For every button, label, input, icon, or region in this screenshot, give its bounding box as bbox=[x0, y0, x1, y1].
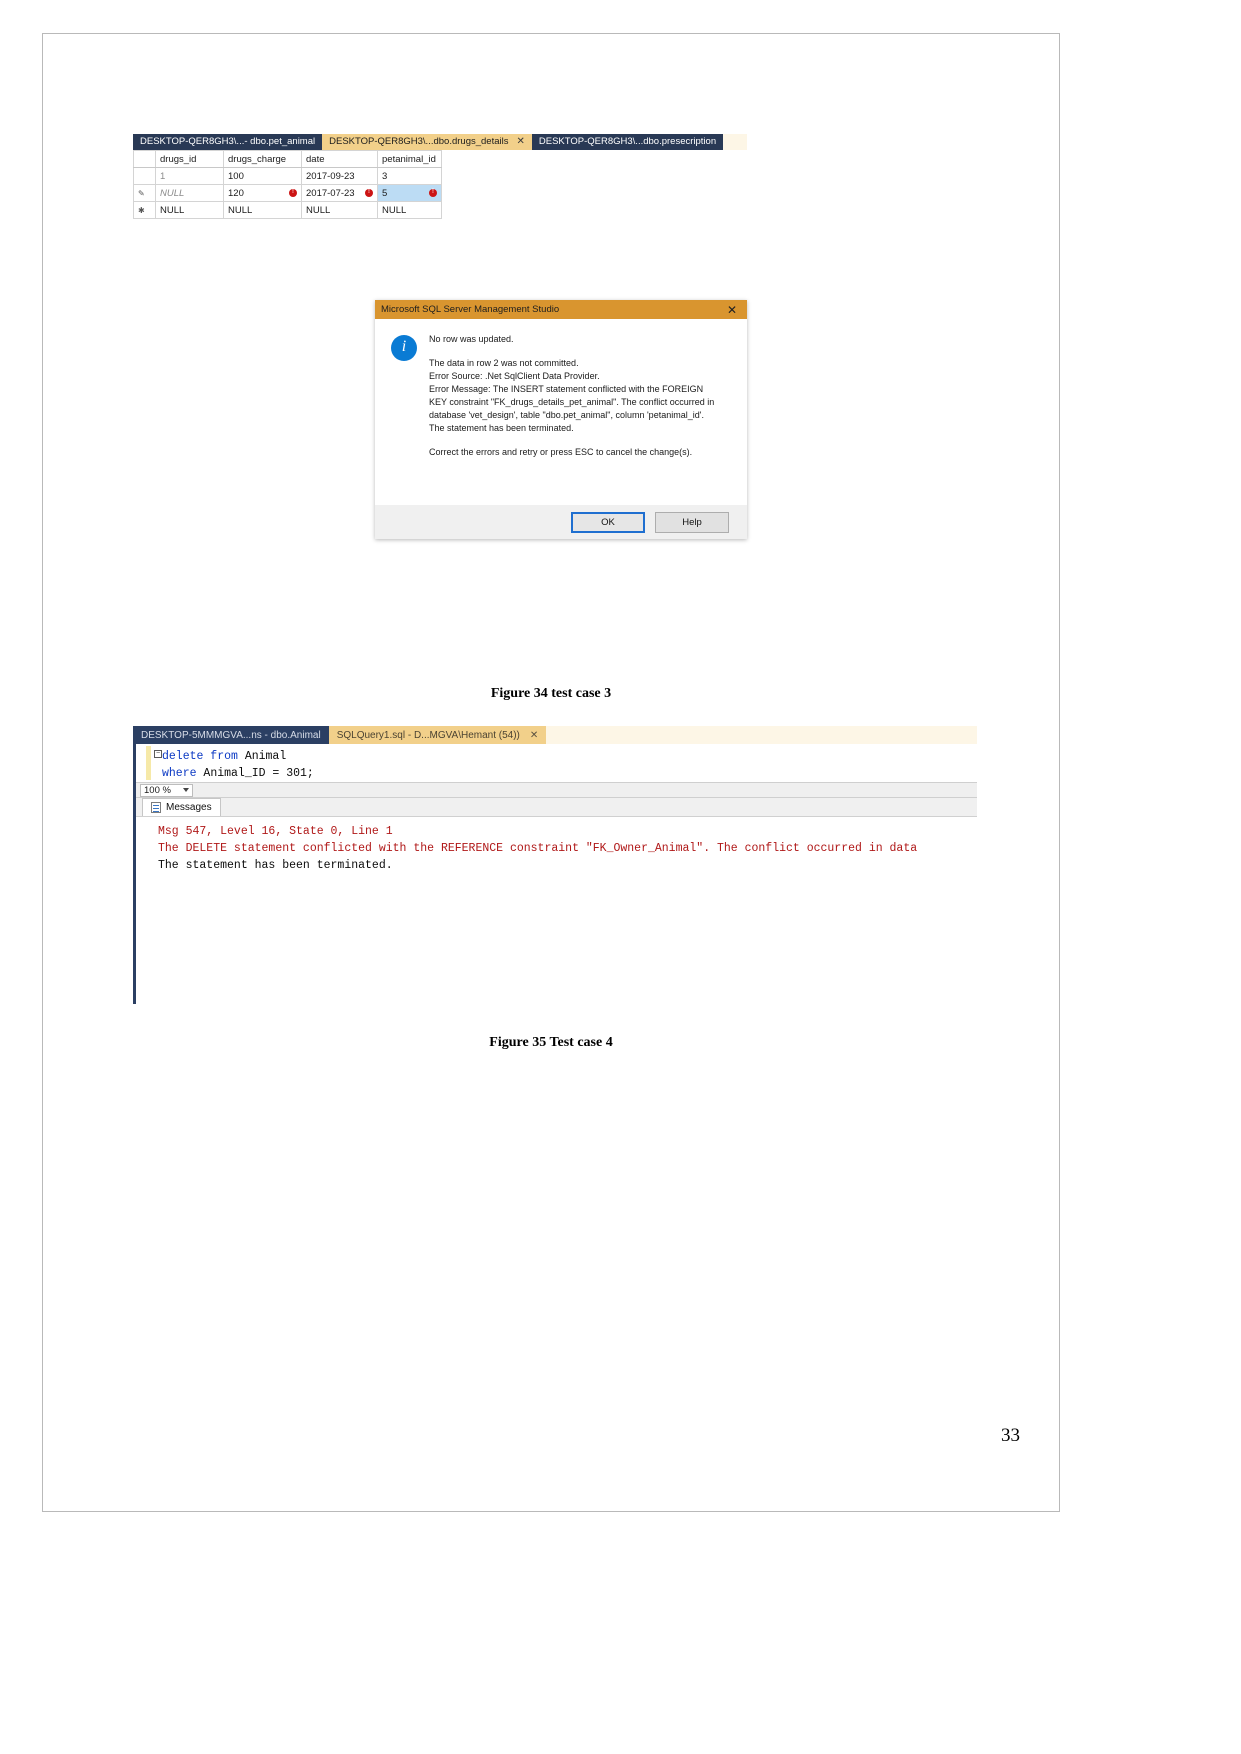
query-tab-animal[interactable]: DESKTOP-5MMMGVA...ns - dbo.Animal bbox=[136, 726, 329, 744]
tab-messages-label: Messages bbox=[166, 802, 212, 813]
query-tabstrip: DESKTOP-5MMMGVA...ns - dbo.Animal SQLQue… bbox=[136, 726, 977, 744]
cell-date[interactable]: 2017-07-23 bbox=[301, 184, 378, 202]
cell-petanimal-id[interactable]: 5 bbox=[377, 184, 442, 202]
close-icon[interactable]: ✕ bbox=[723, 304, 741, 316]
dialog-detail: The data in row 2 was not committed. Err… bbox=[429, 357, 714, 435]
close-icon[interactable]: ✕ bbox=[516, 134, 524, 150]
ok-button[interactable]: OK bbox=[571, 511, 645, 533]
message-line: Msg 547, Level 16, State 0, Line 1 bbox=[158, 825, 393, 838]
dialog-title: Microsoft SQL Server Management Studio bbox=[381, 304, 560, 315]
cell-drugs-charge[interactable]: NULL bbox=[223, 201, 302, 219]
cell-date[interactable]: 2017-09-23 bbox=[301, 167, 378, 185]
grid-tab-prescription[interactable]: DESKTOP-QER8GH3\...dbo.presecription bbox=[531, 134, 724, 150]
detail-line: The data in row 2 was not committed. bbox=[429, 358, 579, 368]
grid-tab-label: DESKTOP-QER8GH3\...- dbo.pet_animal bbox=[140, 136, 316, 147]
collapse-icon[interactable]: − bbox=[154, 750, 162, 758]
figure-34-caption: Figure 34 test case 3 bbox=[490, 686, 612, 701]
results-tabbar: Messages bbox=[136, 798, 977, 817]
column-header-drugs-id[interactable]: drugs_id bbox=[155, 150, 224, 168]
table-row[interactable]: 1 100 2017-09-23 3 bbox=[133, 167, 442, 185]
cell-drugs-charge[interactable]: 120 bbox=[223, 184, 302, 202]
cell-value: 120 bbox=[228, 187, 244, 199]
messages-icon bbox=[151, 802, 161, 813]
query-tab-sqlquery1[interactable]: SQLQuery1.sql - D...MGVA\Hemant (54)) ✕ bbox=[328, 726, 547, 744]
code-line-1: delete from Animal bbox=[136, 748, 977, 765]
code-line-2: where Animal_ID = 301; bbox=[136, 765, 977, 782]
dialog-body: No row was updated. The data in row 2 wa… bbox=[375, 319, 747, 505]
table-row[interactable]: ✱ NULL NULL NULL NULL bbox=[133, 201, 442, 219]
error-dialog: Microsoft SQL Server Management Studio ✕… bbox=[375, 300, 747, 539]
close-icon[interactable]: ✕ bbox=[530, 730, 538, 741]
row-marker[interactable] bbox=[133, 167, 156, 185]
column-header-date[interactable]: date bbox=[301, 150, 378, 168]
error-icon bbox=[365, 187, 373, 197]
sql-text: Animal_ID = 301; bbox=[196, 767, 314, 780]
query-tabstrip-filler bbox=[546, 726, 977, 744]
figure-35-caption: Figure 35 Test case 4 bbox=[489, 1035, 613, 1050]
dialog-buttons: OK Help bbox=[375, 505, 747, 539]
table-row[interactable]: ✎ NULL 120 2017-07-23 5 bbox=[133, 184, 442, 202]
messages-output[interactable]: Msg 547, Level 16, State 0, Line 1 The D… bbox=[136, 817, 977, 1004]
ssms-grid-window: DESKTOP-QER8GH3\...- dbo.pet_animal DESK… bbox=[133, 134, 747, 219]
dialog-heading: No row was updated. bbox=[429, 334, 514, 344]
chevron-down-icon[interactable] bbox=[182, 788, 189, 792]
page-number: 33 bbox=[1001, 1425, 1020, 1446]
detail-line: Error Source: .Net SqlClient Data Provid… bbox=[429, 371, 600, 381]
change-gutter-bar bbox=[146, 746, 151, 780]
cell-drugs-id[interactable]: NULL bbox=[155, 201, 224, 219]
grid-tab-drugs-details[interactable]: DESKTOP-QER8GH3\...dbo.drugs_details ✕ bbox=[322, 134, 532, 150]
message-line: The DELETE statement conflicted with the… bbox=[158, 842, 918, 855]
tabstrip-filler bbox=[723, 134, 747, 150]
cell-drugs-id[interactable]: 1 bbox=[155, 167, 224, 185]
column-header-petanimal-id[interactable]: petanimal_id bbox=[377, 150, 442, 168]
detail-line: The statement has been terminated. bbox=[429, 423, 574, 433]
sql-text: Animal bbox=[237, 750, 287, 763]
tab-messages[interactable]: Messages bbox=[142, 798, 221, 816]
zoom-level-value: 100 % bbox=[144, 784, 171, 796]
cell-drugs-id[interactable]: NULL bbox=[155, 184, 224, 202]
grid-tabstrip: DESKTOP-QER8GH3\...- dbo.pet_animal DESK… bbox=[133, 134, 747, 150]
sql-keyword: delete from bbox=[162, 750, 238, 763]
help-button[interactable]: Help bbox=[655, 511, 729, 533]
cell-date[interactable]: NULL bbox=[301, 201, 378, 219]
error-icon bbox=[429, 187, 437, 197]
message-line: The statement has been terminated. bbox=[158, 859, 393, 872]
grid-tab-label: DESKTOP-QER8GH3\...dbo.presecription bbox=[538, 136, 717, 147]
sql-editor[interactable]: − delete from Animal where Animal_ID = 3… bbox=[136, 744, 977, 782]
drugs-details-table[interactable]: drugs_id drugs_charge date petanimal_id … bbox=[133, 150, 442, 219]
table-header-row: drugs_id drugs_charge date petanimal_id bbox=[133, 150, 442, 168]
dialog-footer-text: Correct the errors and retry or press ES… bbox=[429, 447, 693, 457]
info-icon bbox=[391, 335, 417, 361]
zoom-level-select[interactable]: 100 % bbox=[140, 783, 193, 797]
row-marker-edit-pencil[interactable]: ✎ bbox=[133, 184, 156, 202]
detail-line: Error Message: The INSERT statement conf… bbox=[429, 384, 704, 394]
cell-value: 2017-07-23 bbox=[306, 187, 355, 199]
row-marker-new-row[interactable]: ✱ bbox=[133, 201, 156, 219]
cell-petanimal-id[interactable]: NULL bbox=[377, 201, 442, 219]
ssms-query-window: DESKTOP-5MMMGVA...ns - dbo.Animal SQLQue… bbox=[133, 726, 977, 1004]
error-icon bbox=[289, 187, 297, 197]
cell-drugs-charge[interactable]: 100 bbox=[223, 167, 302, 185]
query-tab-label: DESKTOP-5MMMGVA...ns - dbo.Animal bbox=[141, 729, 321, 741]
sql-keyword: where bbox=[162, 767, 197, 780]
dialog-message: No row was updated. The data in row 2 wa… bbox=[429, 333, 714, 505]
editor-zoom-bar: 100 % bbox=[136, 782, 977, 798]
grid-tab-label: DESKTOP-QER8GH3\...dbo.drugs_details bbox=[329, 136, 509, 147]
row-selector-header bbox=[133, 150, 156, 168]
detail-line: database 'vet_design', table "dbo.pet_an… bbox=[429, 410, 704, 420]
query-tab-label: SQLQuery1.sql - D...MGVA\Hemant (54)) bbox=[336, 729, 520, 741]
column-header-drugs-charge[interactable]: drugs_charge bbox=[223, 150, 302, 168]
cell-petanimal-id[interactable]: 3 bbox=[377, 167, 442, 185]
detail-line: KEY constraint "FK_drugs_details_pet_ani… bbox=[429, 397, 715, 407]
cell-value: 5 bbox=[382, 187, 388, 199]
dialog-titlebar: Microsoft SQL Server Management Studio ✕ bbox=[375, 300, 747, 319]
grid-tab-pet-animal[interactable]: DESKTOP-QER8GH3\...- dbo.pet_animal bbox=[133, 134, 323, 150]
